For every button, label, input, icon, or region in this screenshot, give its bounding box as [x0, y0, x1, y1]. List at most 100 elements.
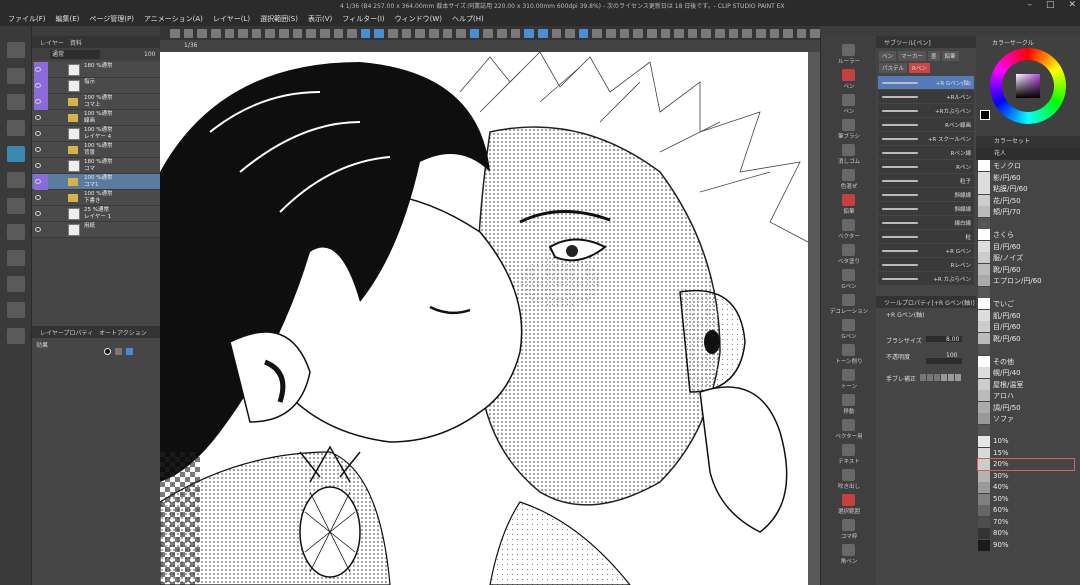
command-icon[interactable] — [306, 28, 316, 38]
colorset-item[interactable]: 70% — [978, 516, 1074, 528]
colorset-item[interactable]: 影/円/60 — [978, 171, 1074, 183]
command-icon[interactable] — [497, 28, 507, 38]
brush-item[interactable]: +Rルペン — [878, 90, 974, 103]
colorset-item[interactable]: 服/ノイズ — [978, 252, 1074, 263]
command-icon[interactable] — [701, 28, 711, 38]
colorset-item[interactable]: さくら — [978, 229, 1074, 240]
saturation-value-square[interactable] — [1016, 74, 1040, 98]
colorset-item[interactable]: 20% — [977, 458, 1075, 471]
sub-tool-button[interactable]: 色混ぜ — [826, 167, 872, 191]
colorset-item[interactable]: 花/円/50 — [978, 194, 1074, 206]
command-icon[interactable] — [633, 28, 643, 38]
canvas-area[interactable] — [160, 40, 820, 585]
brush-item[interactable]: 斜線線 — [878, 188, 974, 201]
visibility-eye-icon[interactable] — [35, 195, 41, 200]
colorset-item[interactable]: でいご — [978, 298, 1074, 309]
opacity-value[interactable]: 100 — [144, 51, 155, 58]
colorset-item[interactable]: 80% — [978, 528, 1074, 539]
layer-row[interactable]: 180 %通常 コマ — [32, 158, 160, 174]
sub-tool-button[interactable]: テキスト — [826, 442, 872, 466]
command-icon[interactable] — [524, 28, 534, 38]
brush-item[interactable]: +R カぶらペン — [878, 272, 974, 285]
colorset-item[interactable]: 粘膜/円/60 — [978, 183, 1074, 194]
colorset-item[interactable]: 肌/円/60 — [978, 309, 1074, 321]
colorset-item[interactable]: ソファ — [978, 413, 1074, 424]
brush-category-tab[interactable]: 墨 — [928, 51, 940, 61]
command-icon[interactable] — [292, 28, 303, 38]
command-icon[interactable] — [742, 28, 752, 38]
brush-item[interactable]: 斜線線 — [878, 202, 974, 215]
command-icon[interactable] — [388, 28, 398, 38]
command-icon[interactable] — [360, 28, 371, 38]
visibility-eye-icon[interactable] — [35, 147, 41, 152]
brush-item[interactable]: Rペン線 — [878, 146, 974, 159]
sub-tool-button[interactable]: ペン — [826, 92, 872, 116]
command-icon[interactable] — [646, 28, 657, 38]
command-icon[interactable] — [224, 28, 235, 38]
colorset-item[interactable]: アロハ — [978, 390, 1074, 401]
sub-tool-button[interactable]: 鉛筆 — [826, 192, 872, 216]
sub-tool-button[interactable]: ベクター用 — [826, 417, 872, 441]
command-icon[interactable] — [442, 28, 453, 38]
brush-item[interactable]: +R Gペン(軸) — [878, 76, 974, 89]
brush-item[interactable]: 粒 — [878, 230, 974, 243]
main-color-swatch[interactable] — [980, 110, 990, 120]
command-icon[interactable] — [551, 28, 562, 38]
command-icon[interactable] — [674, 28, 684, 38]
sub-tool-button[interactable]: 消しゴム — [826, 142, 872, 166]
sub-tool-button[interactable]: ペン — [826, 67, 872, 91]
command-icon[interactable] — [578, 28, 589, 38]
sub-tool-button[interactable]: 選択範囲 — [826, 492, 872, 516]
tool-icon[interactable] — [7, 42, 25, 58]
colorset-item[interactable] — [978, 286, 1074, 298]
brush-item[interactable]: 粒子 — [878, 174, 974, 187]
sub-tool-button[interactable]: トーン削り — [826, 342, 872, 366]
visibility-eye-icon[interactable] — [35, 67, 41, 72]
command-icon[interactable] — [401, 28, 412, 38]
tool-icon[interactable] — [7, 302, 25, 318]
command-icon[interactable] — [170, 28, 180, 38]
brush-category-tab[interactable]: マーカー — [898, 51, 927, 61]
visibility-eye-icon[interactable] — [35, 163, 41, 168]
menu-item-3[interactable]: アニメーション(A) — [144, 14, 203, 24]
brush-item[interactable]: Rペン — [878, 160, 974, 173]
command-icon[interactable] — [619, 28, 630, 38]
command-icon[interactable] — [810, 28, 820, 38]
tab-auto-action[interactable]: オートアクション — [99, 328, 147, 337]
command-icon[interactable] — [510, 28, 521, 38]
command-icon[interactable] — [687, 28, 698, 38]
layer-row[interactable]: 100 %通常 背景 — [32, 142, 160, 158]
tool-icon[interactable] — [7, 276, 25, 292]
brush-category-tab[interactable]: 鉛筆 — [941, 51, 959, 61]
sub-tool-button[interactable]: ルーラー — [826, 42, 872, 66]
menu-item-2[interactable]: ページ管理(P) — [89, 14, 134, 24]
colorset-item[interactable]: 90% — [978, 539, 1074, 551]
sub-tool-button[interactable]: 角ペン — [826, 542, 872, 566]
sub-tool-button[interactable]: Gペン — [826, 317, 872, 341]
tab-reference[interactable]: 資料 — [70, 38, 82, 47]
sub-tool-button[interactable]: 吹き出し — [826, 467, 872, 491]
colorset-item[interactable]: モノクロ — [978, 160, 1074, 171]
visibility-eye-icon[interactable] — [35, 211, 41, 216]
maximize-icon[interactable]: □ — [1046, 0, 1055, 10]
blend-mode-select[interactable]: 通常 — [50, 49, 100, 59]
tool-icon[interactable] — [7, 146, 25, 162]
colorset-item[interactable] — [978, 344, 1074, 355]
command-icon[interactable] — [456, 28, 466, 38]
command-icon[interactable] — [415, 28, 425, 38]
command-icon[interactable] — [197, 28, 207, 38]
minimize-icon[interactable]: – — [1027, 0, 1032, 10]
visibility-eye-icon[interactable] — [35, 83, 41, 88]
brush-item[interactable]: +R スクールペン — [878, 132, 974, 145]
brush-item[interactable]: +Rカぶらペン — [878, 104, 974, 117]
sub-tool-button[interactable]: Gペン — [826, 267, 872, 291]
menu-item-4[interactable]: レイヤー(L) — [213, 14, 250, 24]
command-icon[interactable] — [660, 28, 671, 38]
colorset-item[interactable]: 60% — [978, 505, 1074, 516]
brush-item[interactable]: +R Gペン — [878, 244, 974, 257]
brush-item[interactable]: Rペン線画 — [878, 118, 974, 131]
menu-item-8[interactable]: ウィンドウ(W) — [395, 14, 442, 24]
tool-icon[interactable] — [7, 224, 25, 240]
visibility-eye-icon[interactable] — [35, 179, 41, 184]
colorset-item[interactable]: 幌/円/40 — [978, 367, 1074, 378]
